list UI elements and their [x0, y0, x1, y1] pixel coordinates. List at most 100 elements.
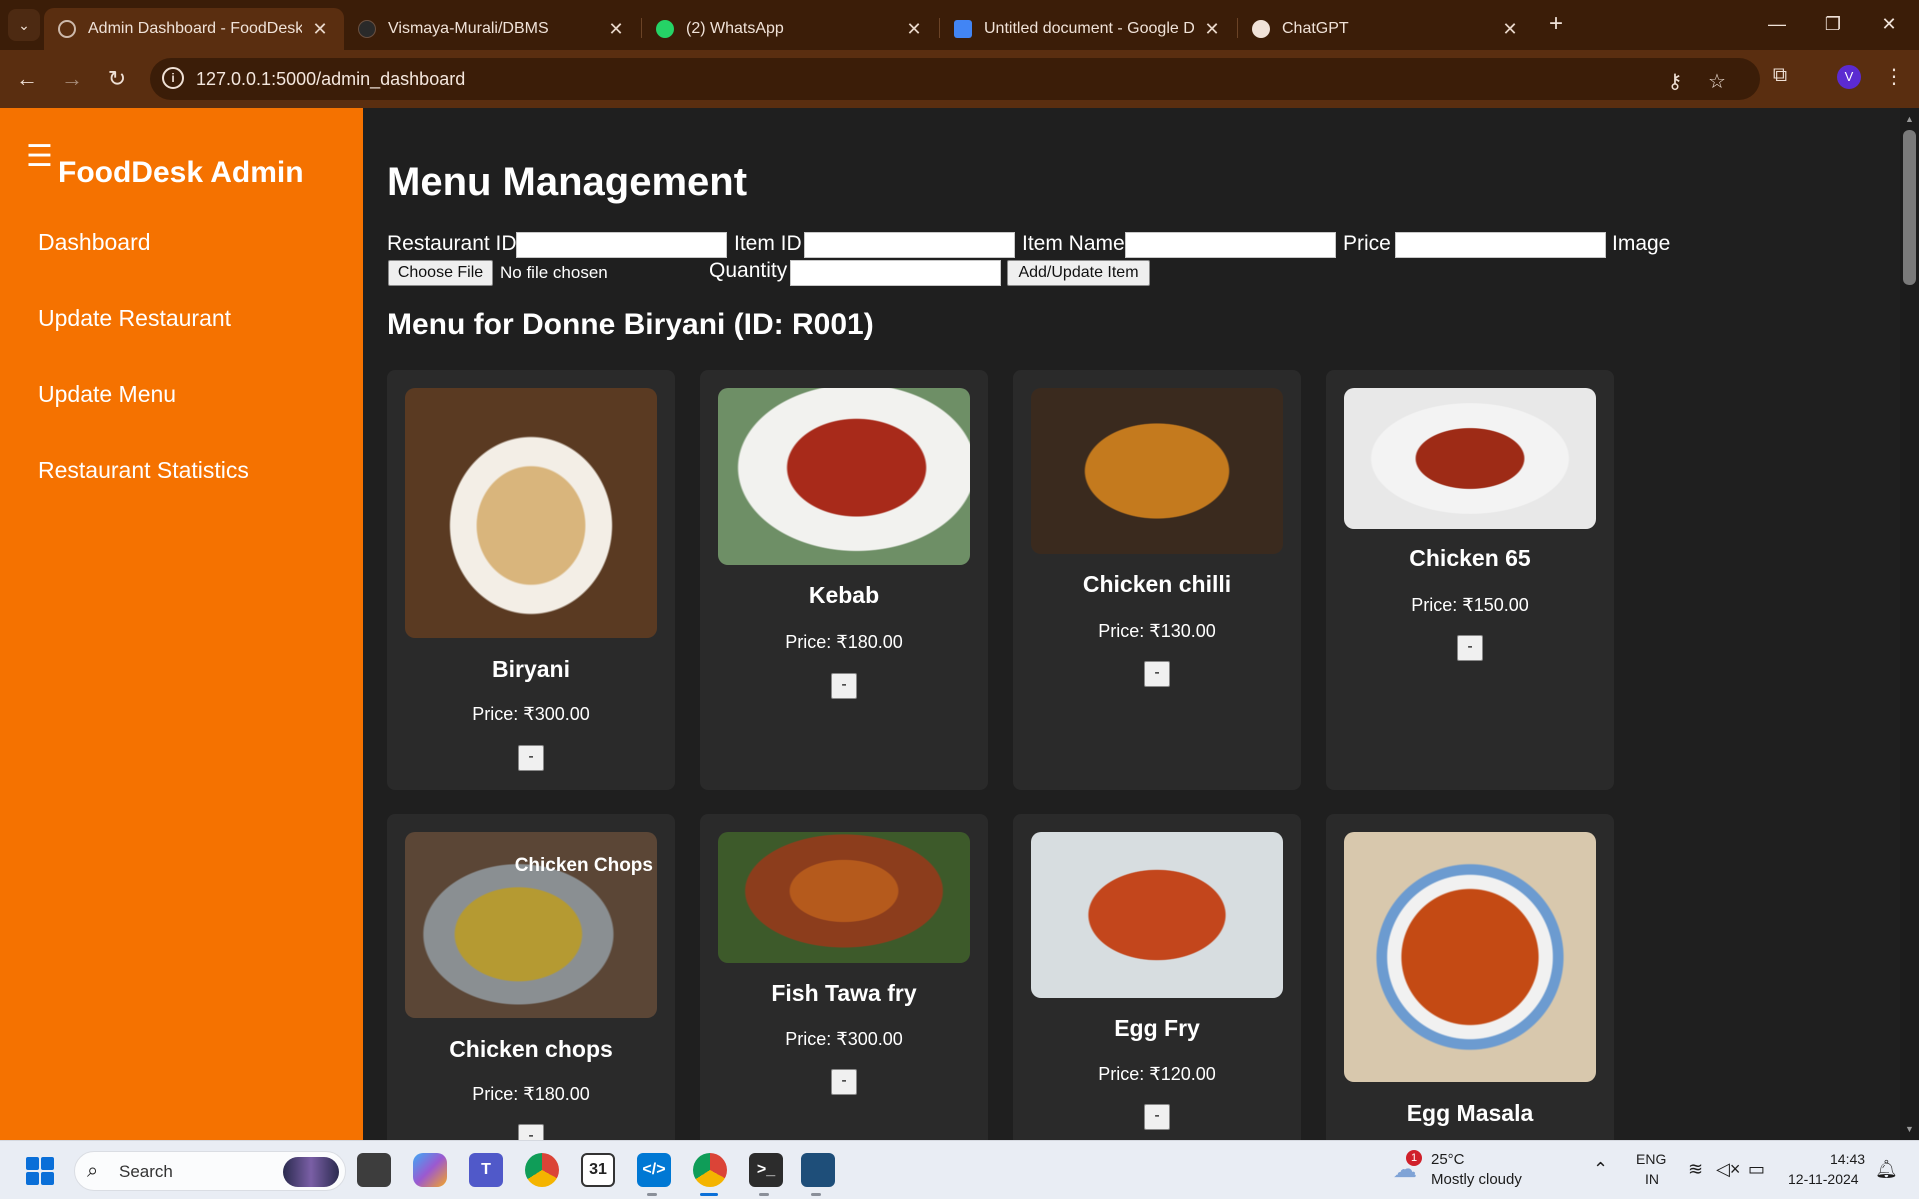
- wifi-icon[interactable]: ≋: [1688, 1159, 1703, 1180]
- language-top[interactable]: ENG: [1636, 1151, 1666, 1167]
- remove-item-button[interactable]: -: [831, 673, 857, 699]
- chrome-icon[interactable]: [525, 1153, 559, 1187]
- fish-tawa-fry-image: [718, 832, 970, 963]
- weather-temp: 25°C: [1431, 1151, 1465, 1168]
- remove-item-button[interactable]: -: [518, 1124, 544, 1140]
- forward-icon[interactable]: →: [57, 64, 87, 94]
- sidebar-item-restaurant-statistics[interactable]: Restaurant Statistics: [38, 457, 249, 484]
- close-icon[interactable]: ✕: [1500, 19, 1520, 40]
- add-update-item-button[interactable]: Add/Update Item: [1007, 260, 1150, 286]
- close-icon[interactable]: ✕: [904, 19, 924, 40]
- egg-fry-image: [1031, 832, 1283, 998]
- tab-google-docs[interactable]: Untitled document - Google Do ✕: [940, 8, 1236, 50]
- windows-start-icon[interactable]: [26, 1157, 54, 1185]
- close-icon[interactable]: ✕: [310, 19, 330, 40]
- minimize-button[interactable]: —: [1754, 6, 1800, 42]
- remove-item-button[interactable]: -: [1144, 1104, 1170, 1130]
- quantity-input[interactable]: [790, 260, 1001, 286]
- volume-muted-icon[interactable]: ◁×: [1716, 1159, 1740, 1180]
- item-name-input[interactable]: [1125, 232, 1336, 258]
- sidebar-item-dashboard[interactable]: Dashboard: [38, 229, 151, 256]
- globe-icon: [58, 20, 76, 38]
- restaurant-id-input[interactable]: [516, 232, 727, 258]
- price-label: Price: [1343, 232, 1391, 255]
- scroll-up-icon[interactable]: ▲: [1900, 110, 1919, 128]
- tab-github[interactable]: Vismaya-Murali/DBMS ✕: [344, 8, 640, 50]
- egg-masala-image: [1344, 832, 1596, 1082]
- remove-item-button[interactable]: -: [518, 745, 544, 771]
- copilot-icon[interactable]: [413, 1153, 447, 1187]
- brand-title: FoodDesk Admin: [58, 156, 304, 189]
- page-title: Menu Management: [387, 160, 748, 204]
- choose-file-button[interactable]: Choose File: [388, 260, 493, 286]
- back-icon[interactable]: ←: [12, 64, 42, 94]
- search-highlight-art: [283, 1157, 339, 1187]
- tab-chatgpt[interactable]: ChatGPT ✕: [1238, 8, 1534, 50]
- reload-icon[interactable]: ↻: [102, 64, 132, 94]
- scroll-down-icon[interactable]: ▼: [1900, 1120, 1919, 1138]
- tab-admin-dashboard[interactable]: Admin Dashboard - FoodDesk ✕: [44, 8, 344, 50]
- scrollbar-thumb[interactable]: [1903, 130, 1916, 285]
- tab-whatsapp[interactable]: (2) WhatsApp ✕: [642, 8, 938, 50]
- chevron-up-icon[interactable]: ⌃: [1593, 1159, 1608, 1180]
- bookmark-star-icon[interactable]: ☆: [1705, 69, 1729, 93]
- snipping-tool-icon[interactable]: [801, 1153, 835, 1187]
- item-id-input[interactable]: [804, 232, 1015, 258]
- more-menu-icon[interactable]: ⋮: [1882, 64, 1906, 88]
- remove-item-button[interactable]: -: [1144, 661, 1170, 687]
- menu-item-card: Chicken 65 Price: ₹150.00 -: [1326, 370, 1614, 790]
- extensions-icon[interactable]: ⧉: [1768, 64, 1792, 86]
- profile-avatar[interactable]: V: [1837, 65, 1861, 89]
- language-bottom[interactable]: IN: [1645, 1171, 1659, 1187]
- quantity-label: Quantity: [709, 259, 788, 282]
- tab-title: ChatGPT: [1282, 20, 1349, 37]
- terminal-icon[interactable]: >_: [749, 1153, 783, 1187]
- price-input[interactable]: [1395, 232, 1606, 258]
- close-window-button[interactable]: ✕: [1866, 6, 1912, 42]
- sidebar-item-update-menu[interactable]: Update Menu: [38, 381, 176, 408]
- remove-item-button[interactable]: -: [831, 1069, 857, 1095]
- item-name: Kebab: [808, 582, 880, 608]
- new-tab-button[interactable]: +: [1542, 10, 1570, 38]
- password-key-icon[interactable]: ⚷: [1663, 69, 1687, 93]
- sidebar-item-update-restaurant[interactable]: Update Restaurant: [38, 305, 231, 332]
- hamburger-icon[interactable]: ☰: [26, 142, 53, 172]
- tab-search-button[interactable]: ⌄: [8, 9, 40, 41]
- running-indicator: [759, 1193, 769, 1196]
- chrome-profile-icon[interactable]: [693, 1153, 727, 1187]
- page-scrollbar[interactable]: ▲ ▼: [1900, 108, 1919, 1140]
- remove-item-button[interactable]: -: [1457, 635, 1483, 661]
- notification-bell-icon[interactable]: 🔔︎: [1875, 1159, 1898, 1180]
- url-text: 127.0.0.1:5000/admin_dashboard: [196, 69, 466, 89]
- search-placeholder: Search: [119, 1162, 173, 1181]
- clock-date[interactable]: 12-11-2024: [1788, 1171, 1859, 1187]
- running-indicator: [647, 1193, 657, 1196]
- clock-time[interactable]: 14:43: [1830, 1151, 1865, 1167]
- biryani-image: [405, 388, 657, 638]
- weather-desc: Mostly cloudy: [1431, 1171, 1522, 1188]
- restore-button[interactable]: ❐: [1810, 6, 1856, 42]
- teams-icon[interactable]: T: [469, 1153, 503, 1187]
- address-bar[interactable]: i 127.0.0.1:5000/admin_dashboard ⚷ ☆: [150, 58, 1760, 100]
- site-info-icon[interactable]: i: [162, 67, 184, 89]
- sidebar: ☰ FoodDesk Admin Dashboard Update Restau…: [0, 108, 363, 1140]
- chatgpt-icon: [1252, 20, 1270, 38]
- taskbar-search[interactable]: ⌕ Search: [74, 1151, 346, 1191]
- search-icon: ⌕: [87, 1160, 99, 1182]
- battery-icon[interactable]: ▭: [1748, 1159, 1765, 1180]
- menu-item-card: Chicken chilli Price: ₹130.00 -: [1013, 370, 1301, 790]
- item-name: Chicken chilli: [1082, 571, 1232, 597]
- weather-badge: 1: [1406, 1150, 1422, 1166]
- file-status-text: No file chosen: [500, 263, 608, 282]
- taskbar: ⌕ Search T 31 </> >_ ☁ 1 25°C Mostly clo…: [0, 1140, 1919, 1199]
- vscode-icon[interactable]: </>: [637, 1153, 671, 1187]
- item-price: Price: ₹300.00: [785, 1029, 903, 1049]
- item-price: Price: ₹180.00: [472, 1084, 590, 1104]
- image-caption: Chicken Chops: [514, 855, 653, 876]
- close-icon[interactable]: ✕: [1202, 19, 1222, 40]
- tab-title: Admin Dashboard - FoodDesk: [88, 20, 302, 37]
- task-view-icon[interactable]: [357, 1153, 391, 1187]
- close-icon[interactable]: ✕: [606, 19, 626, 40]
- calendar-icon[interactable]: 31: [581, 1153, 615, 1187]
- item-name: Biryani: [492, 656, 570, 682]
